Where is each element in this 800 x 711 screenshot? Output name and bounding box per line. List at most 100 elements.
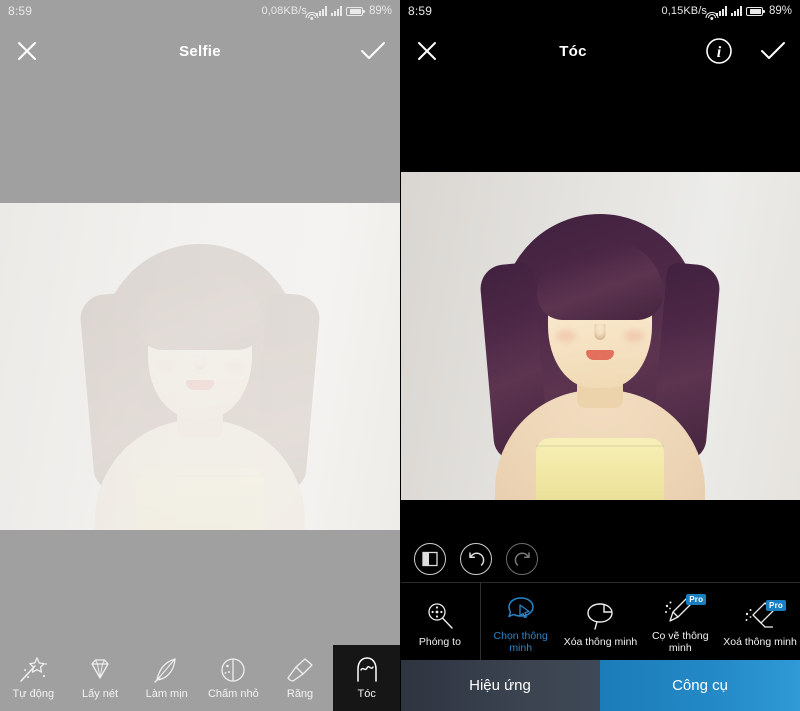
pane-divider bbox=[400, 0, 401, 711]
tool-blemish[interactable]: Chấm nhỏ bbox=[200, 645, 267, 711]
tool-auto[interactable]: Tự động bbox=[0, 645, 67, 711]
tool-teeth[interactable]: Răng bbox=[267, 645, 334, 711]
status-network-speed: 0,08KB/s bbox=[261, 5, 307, 17]
close-glyph bbox=[18, 42, 36, 60]
smart-erase-icon bbox=[561, 599, 641, 633]
tab-effects[interactable]: Hiệu ứng bbox=[400, 660, 600, 711]
left-header: Selfie bbox=[0, 22, 400, 80]
feather-icon bbox=[154, 658, 176, 683]
tool-label: Cọ vẽ thông minh bbox=[651, 629, 709, 655]
bottom-tab-bar: Hiệu ứng Công cụ bbox=[400, 660, 800, 711]
history-action-row bbox=[400, 536, 800, 582]
page-title: Tóc bbox=[559, 42, 587, 60]
close-glyph bbox=[418, 42, 436, 60]
close-icon[interactable] bbox=[400, 22, 454, 80]
undo-glyph bbox=[468, 551, 484, 566]
battery-icon bbox=[745, 6, 765, 16]
check-glyph bbox=[361, 42, 385, 59]
toothbrush-icon bbox=[287, 658, 313, 682]
diamond-icon bbox=[91, 659, 109, 679]
signal-bars-icon-2 bbox=[730, 6, 742, 16]
magnifier-move-icon bbox=[400, 599, 480, 633]
dual-screenshot-app: 8:59 0,08KB/s 89% Selfie Tự động Lấy nét… bbox=[0, 0, 800, 711]
compare-glyph bbox=[422, 551, 438, 567]
status-time: 8:59 bbox=[408, 4, 433, 18]
info-circle-icon[interactable]: i bbox=[692, 22, 746, 80]
check-glyph bbox=[761, 42, 785, 59]
tool-zoom[interactable]: Phóng to bbox=[400, 582, 481, 661]
signal-bars-icon bbox=[315, 6, 327, 16]
nose bbox=[195, 354, 206, 370]
pro-badge: Pro bbox=[766, 599, 786, 611]
tab-label: Hiệu ứng bbox=[469, 677, 531, 694]
tool-label: Răng bbox=[286, 688, 314, 700]
tool-smart-select[interactable]: Chọn thông minh bbox=[481, 583, 561, 661]
svg-text:i: i bbox=[717, 44, 722, 61]
tab-tools[interactable]: Công cụ bbox=[600, 660, 800, 711]
blemish-dots-icon bbox=[221, 658, 245, 682]
right-status-bar: 8:59 0,15KB/s 89% bbox=[400, 0, 800, 22]
status-time: 8:59 bbox=[8, 4, 33, 18]
tool-sharpen[interactable]: Lấy nét bbox=[67, 645, 134, 711]
signal-bars-icon-2 bbox=[330, 6, 342, 16]
tool-smart-brush[interactable]: Pro Cọ vẽ thông minh bbox=[640, 583, 720, 661]
tube-top bbox=[536, 438, 664, 500]
status-battery-percent: 89% bbox=[368, 5, 392, 17]
left-screen: 8:59 0,08KB/s 89% Selfie Tự động Lấy nét… bbox=[0, 0, 400, 711]
cheek-right bbox=[224, 360, 244, 372]
info-glyph: i bbox=[706, 38, 732, 64]
smart-brush-icon: Pro bbox=[640, 593, 720, 627]
mouth bbox=[186, 380, 214, 390]
tab-label: Công cụ bbox=[672, 677, 728, 694]
tool-label: Chấm nhỏ bbox=[207, 688, 259, 700]
smart-select-glyph bbox=[507, 596, 534, 618]
left-bottom-toolbar: Tự động Lấy nét Làm mịn Chấm nhỏ Răng Tó… bbox=[0, 645, 400, 711]
tool-label: Xóa thông minh bbox=[563, 635, 638, 648]
mouth bbox=[586, 350, 614, 360]
right-screen: 8:59 0,15KB/s 89% Tóc i Phóng to Chọn th… bbox=[400, 0, 800, 711]
tool-smart-erase[interactable]: Xóa thông minh bbox=[561, 583, 641, 661]
check-icon[interactable] bbox=[346, 22, 400, 80]
compare-split-icon[interactable] bbox=[414, 543, 446, 575]
left-photo-canvas[interactable] bbox=[0, 203, 400, 530]
right-tool-strip: Phóng to Chọn thông minh Xóa thông minh … bbox=[400, 582, 800, 661]
cheek-right bbox=[624, 330, 644, 342]
status-battery-percent: 89% bbox=[768, 5, 792, 17]
cheek-left bbox=[556, 330, 576, 342]
battery-icon bbox=[345, 6, 365, 16]
right-photo-canvas[interactable] bbox=[400, 172, 800, 500]
photo-faded bbox=[0, 203, 400, 530]
undo-icon[interactable] bbox=[460, 543, 492, 575]
smart-eraser-icon: Pro bbox=[720, 599, 800, 633]
tool-hair[interactable]: Tóc bbox=[333, 645, 400, 711]
left-status-bar: 8:59 0,08KB/s 89% bbox=[0, 0, 400, 22]
redo-glyph bbox=[514, 551, 530, 566]
page-title: Selfie bbox=[179, 42, 221, 60]
smart-select-icon bbox=[481, 593, 561, 627]
tool-label: Tóc bbox=[357, 688, 376, 700]
right-header: Tóc i bbox=[400, 22, 800, 80]
hair-icon bbox=[356, 657, 377, 682]
tool-smart-eraser[interactable]: Pro Xoá thông minh bbox=[720, 583, 800, 661]
photo-subject bbox=[75, 230, 325, 530]
tube-top bbox=[136, 468, 264, 530]
smart-erase-glyph bbox=[587, 603, 614, 630]
magnifier-glyph bbox=[428, 603, 453, 629]
tool-label: Lấy nét bbox=[81, 688, 119, 700]
nose bbox=[595, 324, 606, 340]
magic-wand-icon bbox=[20, 657, 48, 682]
photo-edited bbox=[400, 172, 800, 500]
redo-icon[interactable] bbox=[506, 543, 538, 575]
cheek-left bbox=[156, 360, 176, 372]
pro-badge: Pro bbox=[686, 593, 707, 605]
signal-bars-icon bbox=[715, 6, 727, 16]
tool-label: Làm mịn bbox=[145, 688, 188, 700]
check-icon[interactable] bbox=[746, 22, 800, 80]
tool-label: Phóng to bbox=[418, 635, 461, 648]
close-icon[interactable] bbox=[0, 22, 54, 80]
tool-label: Xoá thông minh bbox=[723, 635, 797, 648]
tool-smooth[interactable]: Làm mịn bbox=[133, 645, 200, 711]
status-network-speed: 0,15KB/s bbox=[661, 5, 707, 17]
photo-subject bbox=[475, 200, 725, 500]
tool-label: Chọn thông minh bbox=[493, 629, 548, 655]
